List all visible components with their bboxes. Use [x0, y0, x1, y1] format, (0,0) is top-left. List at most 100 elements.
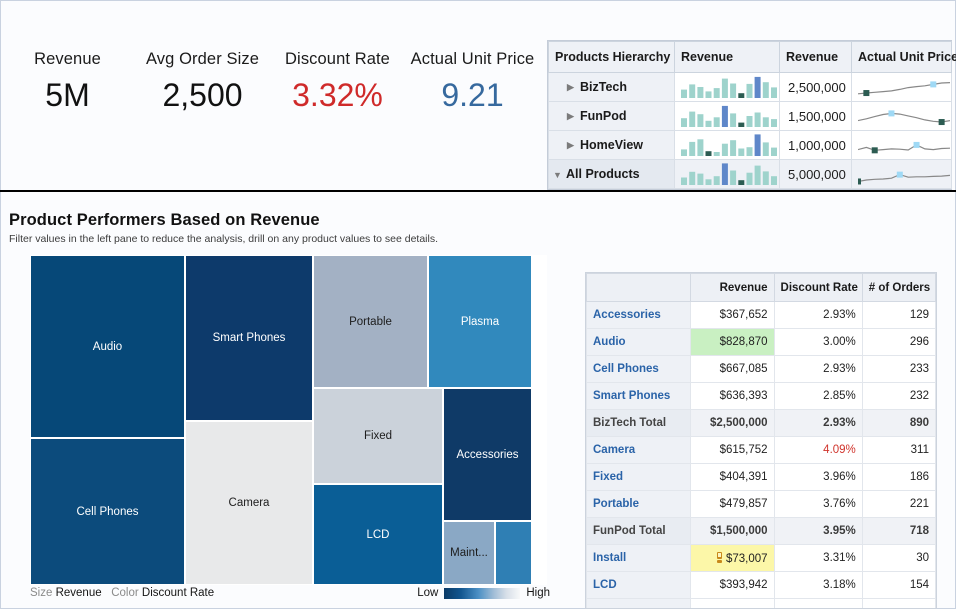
row-discount-rate: 2.93%: [773, 409, 863, 437]
row-order-count: 890: [861, 409, 936, 437]
treemap-tile-smart-phones[interactable]: Smart Phones: [185, 255, 313, 421]
table-row[interactable]: Camera $615,752 4.09% 311: [586, 436, 936, 464]
hierarchy-unit-price-sparkline: [851, 101, 952, 131]
hierarchy-col-revenue-spark[interactable]: Revenue: [674, 41, 780, 73]
table-row[interactable]: Fixed $404,391 3.96% 186: [586, 463, 936, 491]
products-hierarchy-table[interactable]: Products Hierarchy Revenue Revenue Actua…: [547, 40, 956, 190]
hierarchy-row[interactable]: ▼ All Products 5,000,000: [548, 159, 952, 189]
detail-col-discount-rate[interactable]: Discount Rate: [773, 273, 863, 302]
hierarchy-row-label: HomeView: [580, 138, 643, 152]
kpi-value: 9.21: [441, 77, 504, 113]
row-product-name[interactable]: Fixed: [586, 463, 692, 491]
hierarchy-row-name[interactable]: ▶ BizTech: [548, 72, 675, 102]
row-product-name[interactable]: Audio: [586, 328, 692, 356]
treemap-tile-accessories[interactable]: Accessories: [443, 388, 532, 521]
row-product-name[interactable]: FunPod Total: [586, 517, 692, 545]
row-revenue: $828,870: [690, 328, 775, 356]
treemap-chart[interactable]: Audio Cell Phones Smart Phones Camera Portab…: [30, 255, 547, 585]
row-revenue: $1,500,000: [690, 517, 775, 545]
row-product-name[interactable]: Accessories: [586, 301, 692, 329]
treemap-tile-plasma[interactable]: Plasma: [428, 255, 532, 388]
hierarchy-revenue-value: 1,500,000: [779, 101, 852, 131]
table-row[interactable]: Smart Phones $636,393 2.85% 232: [586, 382, 936, 410]
hierarchy-revenue-sparkbars: [674, 130, 780, 160]
table-row[interactable]: FunPod Total $1,500,000 3.95% 718: [586, 517, 936, 545]
table-row[interactable]: Portable $479,857 3.76% 221: [586, 490, 936, 518]
treemap-tile-portable[interactable]: Portable: [313, 255, 428, 388]
row-order-count: 233: [861, 355, 936, 383]
kpi-discount-rate: Discount Rate 3.32%: [270, 48, 405, 138]
kpi-row: Revenue 5M Avg Order Size 2,500 Discount Rat…: [0, 48, 540, 138]
color-gradient-bar: [444, 587, 521, 599]
table-row[interactable]: BizTech Total $2,500,000 2.93% 890: [586, 409, 936, 437]
chevron-right-icon[interactable]: ▶: [567, 111, 576, 122]
hierarchy-row[interactable]: ▶ BizTech 2,500,000: [548, 72, 952, 102]
row-product-name[interactable]: Install: [586, 544, 692, 572]
table-row[interactable]: [586, 598, 936, 608]
kpi-label: Discount Rate: [285, 50, 390, 68]
treemap-tile-label: Fixed: [363, 430, 393, 442]
hierarchy-row[interactable]: ▶ HomeView 1,000,000: [548, 130, 952, 160]
hierarchy-row-name[interactable]: ▼ All Products: [548, 159, 675, 189]
treemap-tile-maint[interactable]: Maint...: [443, 521, 495, 585]
detail-col-product[interactable]: [586, 273, 692, 302]
hierarchy-row[interactable]: ▶ FunPod 1,500,000: [548, 101, 952, 131]
kpi-revenue: Revenue 5M: [0, 48, 135, 138]
row-product-name[interactable]: Camera: [586, 436, 692, 464]
treemap-tile[interactable]: [495, 521, 532, 585]
row-product-name[interactable]: Smart Phones: [586, 382, 692, 410]
row-discount-rate: 4.09%: [773, 436, 863, 464]
chevron-down-icon[interactable]: ▼: [553, 170, 562, 180]
row-revenue: $393,942: [690, 571, 775, 599]
hierarchy-col-unit-price[interactable]: Actual Unit Price: [851, 41, 956, 73]
row-revenue: [690, 598, 775, 608]
treemap-tile-label: Cell Phones: [76, 505, 139, 518]
table-row[interactable]: Cell Phones $667,085 2.93% 233: [586, 355, 936, 383]
treemap-tile-fixed[interactable]: Fixed: [313, 388, 443, 484]
row-revenue-value: $667,085: [719, 363, 768, 375]
treemap-tile-audio[interactable]: Audio: [30, 255, 185, 438]
detail-col-orders[interactable]: # of Orders: [861, 273, 936, 302]
page-title: Product Performers Based on Revenue: [9, 211, 320, 229]
hierarchy-row-label: BizTech: [580, 80, 627, 94]
hierarchy-row-name[interactable]: ▶ HomeView: [548, 130, 675, 160]
legend-high-label: High: [526, 587, 550, 599]
row-product-name[interactable]: LCD: [586, 571, 692, 599]
legend-color-value: Discount Rate: [141, 587, 215, 599]
kpi-value: 2,500: [162, 77, 243, 113]
treemap-tile-camera[interactable]: Camera: [185, 421, 313, 585]
treemap-tile-label: Audio: [92, 340, 123, 353]
row-revenue-value: $1,500,000: [709, 525, 768, 537]
hierarchy-unit-price-sparkline: [851, 130, 952, 160]
table-row[interactable]: Accessories $367,652 2.93% 129: [586, 301, 936, 329]
row-discount-rate: 2.85%: [773, 382, 863, 410]
table-row[interactable]: Install $73,007 3.31% 30: [586, 544, 936, 572]
kpi-label: Avg Order Size: [146, 50, 259, 68]
row-product-name[interactable]: Cell Phones: [586, 355, 692, 383]
hierarchy-col-products[interactable]: Products Hierarchy: [548, 41, 675, 73]
chevron-right-icon[interactable]: ▶: [567, 82, 576, 93]
kpi-avg-order-size: Avg Order Size 2,500: [135, 48, 270, 138]
table-row[interactable]: LCD $393,942 3.18% 154: [586, 571, 936, 599]
row-revenue-value: $404,391: [719, 471, 768, 483]
row-discount-rate: 3.00%: [773, 328, 863, 356]
row-revenue: $2,500,000: [690, 409, 775, 437]
chevron-right-icon[interactable]: ▶: [567, 140, 576, 151]
row-product-name[interactable]: Portable: [586, 490, 692, 518]
row-order-count: 296: [861, 328, 936, 356]
table-row[interactable]: Audio $828,870 3.00% 296: [586, 328, 936, 356]
row-revenue-value: $636,393: [719, 390, 768, 402]
treemap-tile-lcd[interactable]: LCD: [313, 484, 443, 585]
detail-col-revenue[interactable]: Revenue: [690, 273, 775, 302]
treemap-tile-label: Portable: [349, 315, 392, 328]
product-detail-table[interactable]: Revenue Discount Rate # of Orders Access…: [585, 272, 937, 609]
row-product-name[interactable]: [586, 598, 692, 608]
legend-size-key: Size: [30, 587, 53, 599]
row-revenue-value: $367,652: [719, 309, 768, 321]
hierarchy-row-name[interactable]: ▶ FunPod: [548, 101, 675, 131]
row-product-name[interactable]: BizTech Total: [586, 409, 692, 437]
row-order-count: 311: [861, 436, 936, 464]
hierarchy-col-revenue-value[interactable]: Revenue: [779, 41, 852, 73]
treemap-tile-cell-phones[interactable]: Cell Phones: [30, 438, 185, 585]
row-discount-rate: [773, 598, 863, 608]
